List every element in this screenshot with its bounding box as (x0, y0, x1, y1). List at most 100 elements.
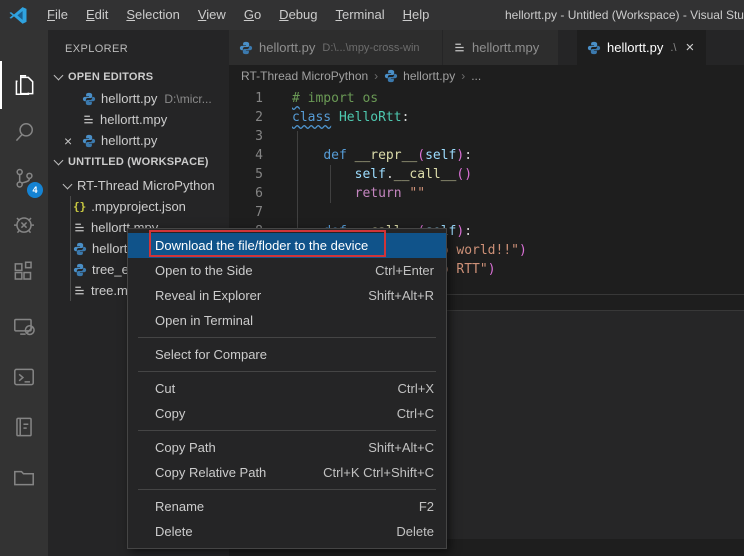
indent-guide (330, 165, 331, 203)
window-title: hellortt.py - Untitled (Workspace) - Vis… (505, 0, 744, 30)
open-editor-item[interactable]: hellortt.mpy (48, 109, 229, 130)
chevron-down-icon (54, 156, 64, 166)
activity-folder-icon[interactable] (0, 455, 48, 499)
context-menu-item[interactable]: Delete Delete (128, 519, 446, 544)
tab-bar: hellortt.pyD:\...\mpy-cross-winhellortt.… (229, 30, 744, 65)
menu-item-shortcut: Delete (396, 524, 434, 539)
context-menu-item[interactable]: Open in Terminal (128, 308, 446, 333)
python-icon (73, 263, 87, 277)
editor-tab[interactable]: hellortt.mpy (443, 30, 559, 65)
activity-notebook-icon[interactable] (0, 405, 48, 449)
context-menu-item[interactable]: RenameF2 (128, 494, 446, 519)
menu-item-label: Delete (155, 524, 193, 539)
folder-icon (11, 464, 37, 490)
tree-item-file[interactable]: {} .mpyproject.json (48, 196, 229, 217)
editor-tab[interactable]: hellortt.py .\ × (577, 30, 707, 65)
menu-item-label: Cut (155, 381, 175, 396)
open-editor-item[interactable]: × hellortt.py (48, 130, 229, 151)
activity-files-icon[interactable] (0, 63, 48, 107)
menu-divider (138, 337, 436, 338)
menu-edit[interactable]: Edit (77, 0, 117, 30)
context-menu-item[interactable]: CopyCtrl+C (128, 401, 446, 426)
close-icon[interactable]: × (686, 40, 695, 55)
menu-item-label: Open in Terminal (155, 313, 253, 328)
code-line: 2class HelloRtt: (229, 108, 744, 127)
context-menu-item[interactable]: Reveal in Explorer Shift+Alt+R (128, 283, 446, 308)
context-menu-item[interactable]: Download the file/floder to the device (128, 233, 446, 258)
menu-debug[interactable]: Debug (270, 0, 326, 30)
open-editor-item[interactable]: hellortt.py D:\micr... (48, 88, 229, 109)
workspace-header[interactable]: UNTITLED (WORKSPACE) (48, 151, 229, 173)
json-icon: {} (73, 200, 86, 213)
debug-icon (11, 211, 37, 237)
tree-item-label: .mpyproject.json (91, 199, 186, 214)
menu-help[interactable]: Help (394, 0, 439, 30)
vscode-window: FileEditSelectionViewGoDebugTerminalHelp… (0, 0, 744, 556)
activity-remote-device-icon[interactable] (0, 304, 48, 348)
python-icon (239, 41, 253, 55)
python-icon (384, 69, 398, 83)
context-menu-item[interactable]: Copy Path Shift+Alt+C (128, 435, 446, 460)
open-editors-header[interactable]: OPEN EDITORS (48, 66, 229, 88)
menu-item-label: Copy Path (155, 440, 216, 455)
menu-item-shortcut: Shift+Alt+R (368, 288, 434, 303)
tree-item-label: RT-Thread MicroPython (77, 178, 215, 193)
menu-item-label: Reveal in Explorer (155, 288, 261, 303)
context-menu-item[interactable]: Open to the SideCtrl+Enter (128, 258, 446, 283)
activity-debug-icon[interactable] (0, 202, 48, 246)
line-number: 6 (229, 184, 263, 203)
menu-item-label: Copy (155, 406, 185, 421)
tab-path-detail: .\ (670, 42, 676, 54)
files-icon (11, 72, 37, 98)
code-line: 4 def __repr__(self): (229, 146, 744, 165)
tab-label: hellortt.py (607, 40, 663, 55)
breadcrumb-item[interactable]: ... (471, 69, 481, 83)
file-name: hellortt.py (101, 133, 157, 148)
chevron-down-icon (63, 179, 73, 189)
file-name: hellortt.mpy (100, 112, 167, 127)
breadcrumb[interactable]: RT-Thread MicroPython›hellortt.py›... (229, 65, 744, 87)
menu-view[interactable]: View (189, 0, 235, 30)
context-menu-item[interactable]: Select for Compare (128, 342, 446, 367)
menu-divider (138, 430, 436, 431)
code-line: 5 self.__call__() (229, 165, 744, 184)
breadcrumb-item[interactable]: RT-Thread MicroPython (241, 69, 368, 83)
breadcrumb-separator: › (374, 69, 378, 83)
menu-terminal[interactable]: Terminal (326, 0, 393, 30)
menu-selection[interactable]: Selection (117, 0, 188, 30)
activity-extensions-icon[interactable] (0, 250, 48, 294)
code-line: 3 (229, 127, 744, 146)
breadcrumb-item[interactable]: hellortt.py (403, 69, 455, 83)
close-icon[interactable]: × (64, 134, 78, 148)
sidebar-title: EXPLORER (48, 30, 229, 66)
activity-search-icon[interactable] (0, 110, 48, 154)
editor-tab[interactable]: hellortt.py D:\...\mpy-cross-win (229, 30, 443, 65)
notebook-icon (11, 414, 37, 440)
terminal-icon (11, 364, 37, 390)
menu-divider (138, 371, 436, 372)
context-menu-item[interactable]: Cut Ctrl+X (128, 376, 446, 401)
mpy-list-icon (73, 284, 86, 297)
context-menu-item[interactable]: Copy Relative PathCtrl+K Ctrl+Shift+C (128, 460, 446, 485)
python-icon (73, 242, 87, 256)
menu-go[interactable]: Go (235, 0, 270, 30)
activity-source-control-icon[interactable]: 4 (0, 156, 48, 200)
menu-item-label: Copy Relative Path (155, 465, 266, 480)
file-path-detail: D:\micr... (164, 92, 211, 106)
menu-item-shortcut: Shift+Alt+C (368, 440, 434, 455)
python-icon (82, 134, 96, 148)
mpy-list-icon (73, 221, 86, 234)
tab-label: hellortt.py (259, 40, 315, 55)
menu-item-shortcut: Ctrl+X (398, 381, 434, 396)
menu-divider (138, 489, 436, 490)
menu-file[interactable]: File (38, 0, 77, 30)
tree-item-folder[interactable]: RT-Thread MicroPython (48, 175, 229, 196)
activity-terminal-icon[interactable] (0, 355, 48, 399)
activity-bar: 4 (0, 30, 48, 556)
code-line: 7 (229, 203, 744, 222)
tab-path-detail: D:\...\mpy-cross-win (322, 42, 419, 54)
line-number: 2 (229, 108, 263, 127)
file-name: hellortt.py (101, 91, 157, 106)
vscode-logo-icon (8, 5, 28, 25)
menu-item-shortcut: Ctrl+Enter (375, 263, 434, 278)
